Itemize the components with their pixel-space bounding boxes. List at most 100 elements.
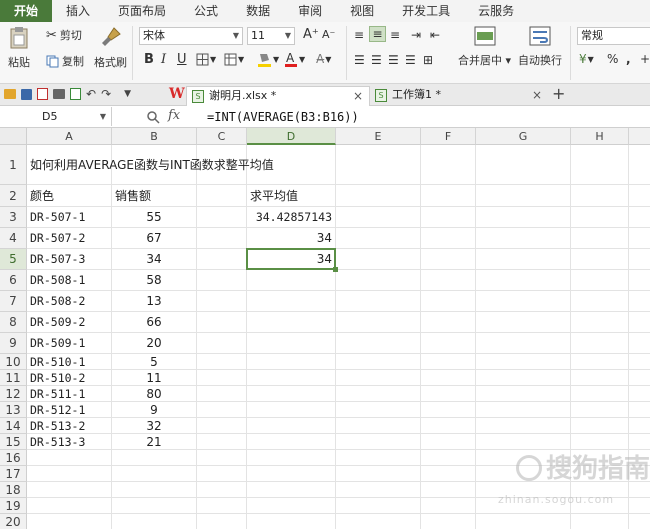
cell-h11[interactable] [571,370,629,386]
open-folder-icon[interactable] [4,89,16,99]
cell-d15[interactable] [247,434,336,450]
row-header-8[interactable]: 8 [0,312,27,333]
cell-i7[interactable] [629,291,650,312]
cell-c7[interactable] [197,291,247,312]
column-header-a[interactable]: A [27,128,112,145]
thousands-button[interactable]: , [626,52,631,66]
cell-c15[interactable] [197,434,247,450]
cell-f8[interactable] [421,312,476,333]
cell-e10[interactable] [336,354,421,370]
row-header-15[interactable]: 15 [0,434,27,450]
align-left-button[interactable]: ☰ [354,53,365,67]
cell-c11[interactable] [197,370,247,386]
wrap-text-button[interactable]: 自动换行 [518,26,562,68]
cell-e3[interactable] [336,207,421,228]
cell-f16[interactable] [421,450,476,466]
cell-b4[interactable]: 67 [112,228,197,249]
row-header-10[interactable]: 10 [0,354,27,370]
cell-a20[interactable] [27,514,112,529]
cell-g10[interactable] [476,354,571,370]
zoom-icon[interactable] [146,110,160,124]
cut-button[interactable]: ✂ 剪切 [46,27,82,43]
cell-e5[interactable] [336,249,421,270]
menu-tab-data[interactable]: 数据 [232,0,284,22]
cell-a17[interactable] [27,466,112,482]
cell-f19[interactable] [421,498,476,514]
close-icon[interactable]: × [532,86,542,104]
currency-button[interactable]: ¥ ▼ [579,52,594,66]
cell-e12[interactable] [336,386,421,402]
cell-c16[interactable] [197,450,247,466]
cell-d16[interactable] [247,450,336,466]
cell-g2[interactable] [476,185,571,207]
cell-i5[interactable] [629,249,650,270]
menu-tab-view[interactable]: 视图 [336,0,388,22]
cell-b5[interactable]: 34 [112,249,197,270]
distributed-button[interactable]: ⊞ [423,53,433,67]
cell-g1[interactable] [476,145,571,185]
cell-b2[interactable]: 销售额 [112,185,197,207]
align-bottom-button[interactable]: ≡ [390,28,400,42]
cell-i12[interactable] [629,386,650,402]
cell-c4[interactable] [197,228,247,249]
cell-e14[interactable] [336,418,421,434]
cell-g4[interactable] [476,228,571,249]
cell-g12[interactable] [476,386,571,402]
cell-d7[interactable] [247,291,336,312]
cell-i4[interactable] [629,228,650,249]
cell-f4[interactable] [421,228,476,249]
merge-center-button[interactable]: 合并居中 ▾ [458,26,511,68]
document-tab[interactable]: S 工作簿1 * × [370,86,548,106]
cell-g14[interactable] [476,418,571,434]
cell-b6[interactable]: 58 [112,270,197,291]
cell-h3[interactable] [571,207,629,228]
cell-d12[interactable] [247,386,336,402]
row-header-3[interactable]: 3 [0,207,27,228]
row-header-20[interactable]: 20 [0,514,27,529]
paste-button[interactable]: 粘贴 [8,26,30,70]
percent-button[interactable]: % [607,52,618,66]
menu-tab-developer[interactable]: 开发工具 [388,0,464,22]
cell-c19[interactable] [197,498,247,514]
orientation-button[interactable]: ⇥ [411,28,421,42]
export-pdf-icon[interactable] [37,88,48,100]
font-name-select[interactable]: 宋体 ▼ [139,27,243,45]
cell-g13[interactable] [476,402,571,418]
column-header-g[interactable]: G [476,128,571,145]
cell-d14[interactable] [247,418,336,434]
cell-h13[interactable] [571,402,629,418]
cell-e7[interactable] [336,291,421,312]
cell-d18[interactable] [247,482,336,498]
row-header-11[interactable]: 11 [0,370,27,386]
cell-f1[interactable] [421,145,476,185]
cell-i2[interactable] [629,185,650,207]
cell-d13[interactable] [247,402,336,418]
cell-g9[interactable] [476,333,571,354]
cell-c8[interactable] [197,312,247,333]
cell-e19[interactable] [336,498,421,514]
cell-c12[interactable] [197,386,247,402]
save-icon[interactable] [21,88,32,100]
cell-a18[interactable] [27,482,112,498]
cell-i13[interactable] [629,402,650,418]
cell-c3[interactable] [197,207,247,228]
print-preview-icon[interactable] [70,88,81,100]
cell-a10[interactable]: DR-510-1 [27,354,112,370]
align-top-button[interactable]: ≡ [354,28,364,42]
cell-d8[interactable] [247,312,336,333]
cell-e6[interactable] [336,270,421,291]
cell-a1[interactable]: 如何利用AVERAGE函数与INT函数求整平均值 [27,145,274,185]
row-header-9[interactable]: 9 [0,333,27,354]
cell-d2[interactable]: 求平均值 [247,185,336,207]
new-tab-icon[interactable]: + [552,84,565,103]
cell-c6[interactable] [197,270,247,291]
row-header-12[interactable]: 12 [0,386,27,402]
cell-b7[interactable]: 13 [112,291,197,312]
cell-f6[interactable] [421,270,476,291]
cell-g11[interactable] [476,370,571,386]
cell-d19[interactable] [247,498,336,514]
indent-button[interactable]: ⇤ [430,28,440,42]
cell-b16[interactable] [112,450,197,466]
row-header-5[interactable]: 5 [0,249,27,270]
cell-b3[interactable]: 55 [112,207,197,228]
